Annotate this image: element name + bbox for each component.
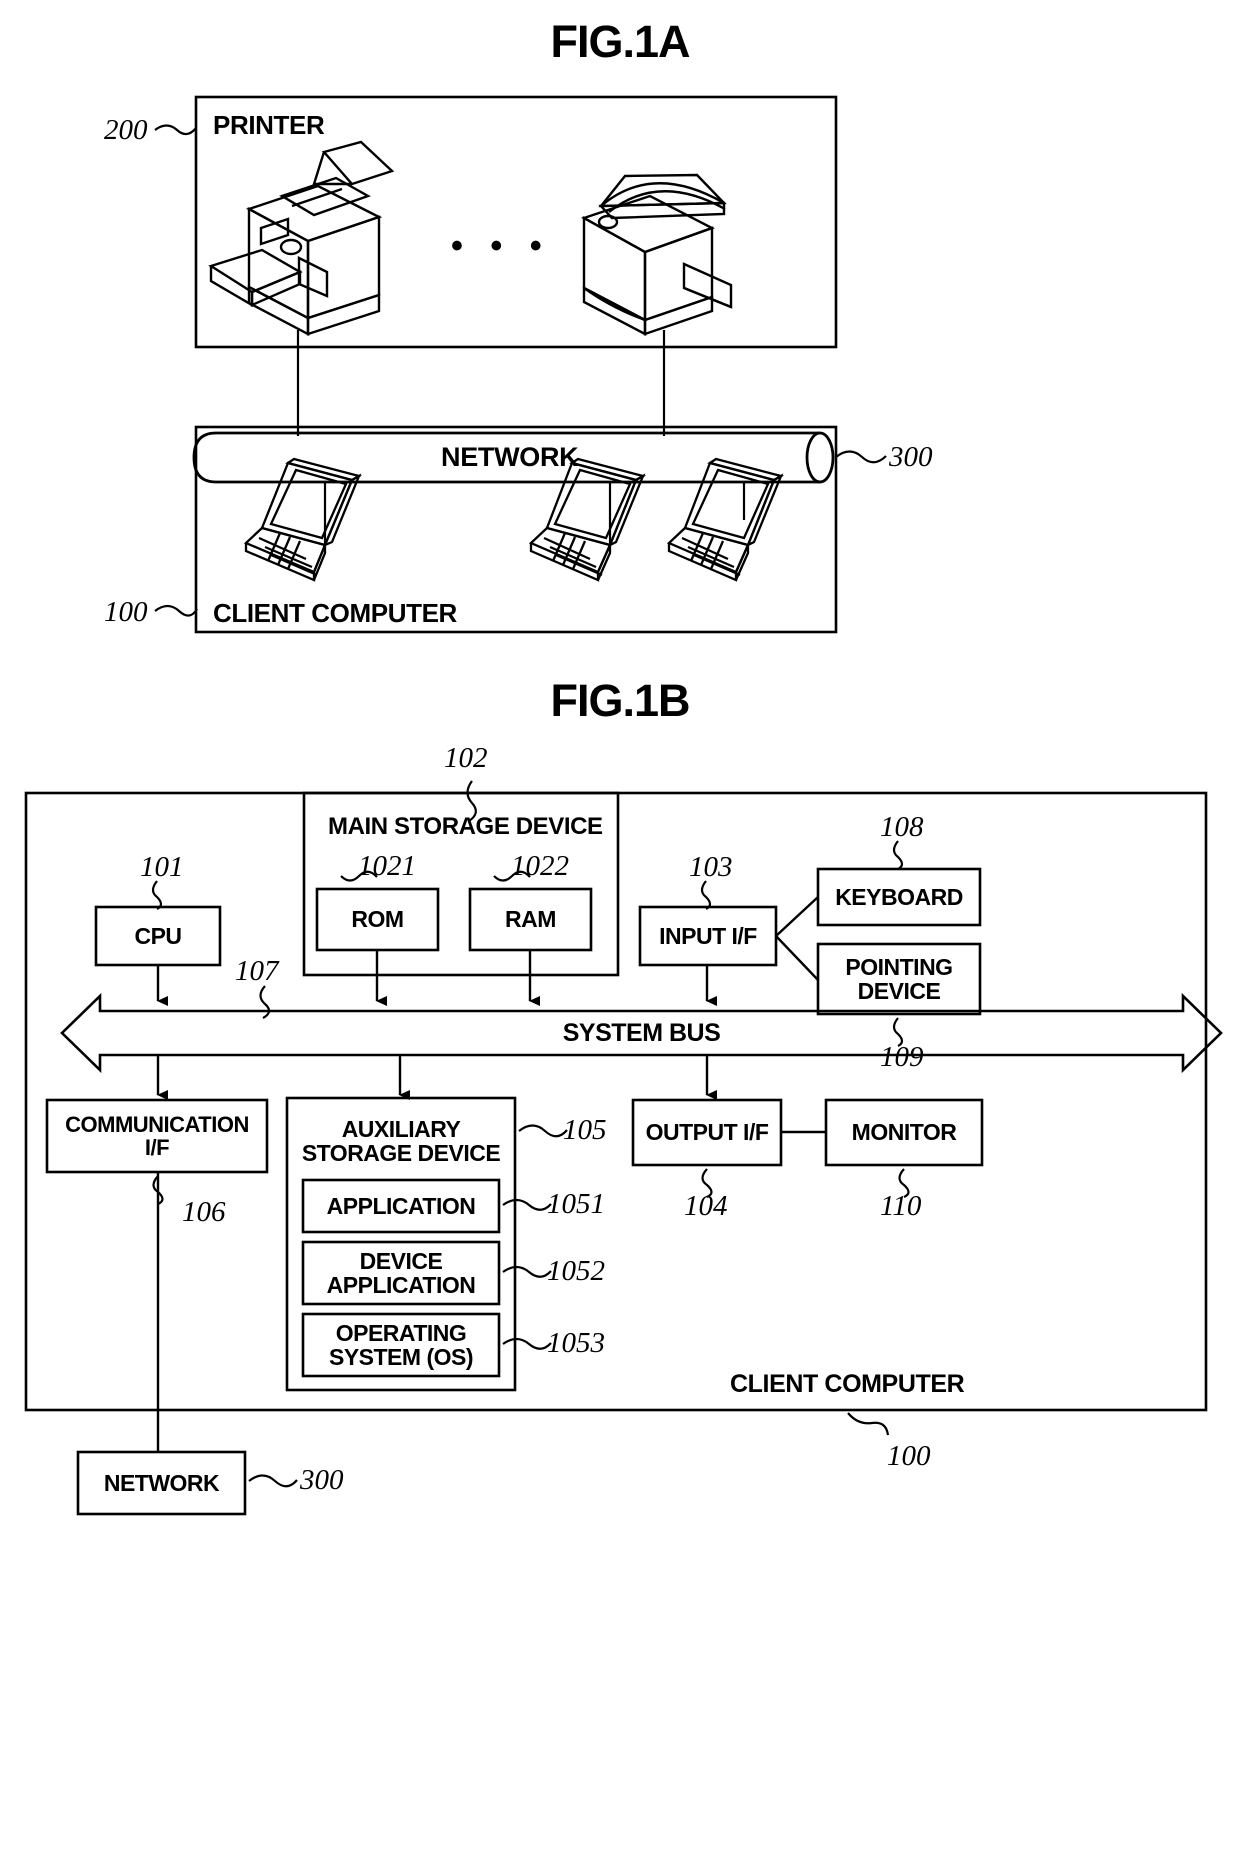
printer-ellipsis: • • • xyxy=(451,227,551,265)
system-bus-label: SYSTEM BUS xyxy=(562,1018,721,1047)
pointing-device-line2: DEVICE xyxy=(857,978,941,1004)
ref-1022: 1022 xyxy=(511,850,569,882)
communication-if-line2: I/F xyxy=(144,1135,170,1160)
ref-1051-leader xyxy=(502,1198,552,1211)
input-if-label: INPUT I/F xyxy=(659,922,757,949)
ref-200-leader xyxy=(154,124,197,136)
ref-1052-leader xyxy=(502,1265,552,1278)
ref-100a-leader xyxy=(154,604,198,617)
ref-1052: 1052 xyxy=(547,1255,605,1287)
ref-105-leader xyxy=(518,1124,568,1138)
ref-1021: 1021 xyxy=(358,850,416,882)
ref-100-a: 100 xyxy=(104,596,148,628)
operating-system-line2: SYSTEM (OS) xyxy=(328,1344,474,1370)
device-application-line2: APPLICATION xyxy=(326,1272,476,1298)
ref-107: 107 xyxy=(235,955,279,987)
monitor-label: MONITOR xyxy=(851,1119,957,1146)
ref-100-b: 100 xyxy=(887,1440,931,1472)
pointing-device-label: POINTING DEVICE xyxy=(818,944,980,1014)
ram-label: RAM xyxy=(505,906,556,933)
printer-right-icon xyxy=(581,173,733,336)
ref-108-leader xyxy=(892,840,904,870)
ref-1053-leader xyxy=(502,1337,552,1350)
operating-system-label: OPERATING SYSTEM (OS) xyxy=(303,1314,499,1376)
input-pointing-connector xyxy=(775,935,819,981)
input-keyboard-connector xyxy=(775,896,819,937)
ref-300-b: 300 xyxy=(300,1464,344,1496)
output-if-label: OUTPUT I/F xyxy=(645,1119,769,1146)
ref-100b-leader xyxy=(847,1412,890,1436)
laptop-3-icon xyxy=(666,457,785,582)
auxiliary-storage-line2: STORAGE DEVICE xyxy=(301,1140,501,1166)
fig-b-outer-label: CLIENT COMPUTER xyxy=(730,1370,965,1398)
ref-105: 105 xyxy=(563,1114,607,1146)
printer-group-label: PRINTER xyxy=(213,110,325,140)
ref-1051: 1051 xyxy=(547,1188,605,1220)
network-bar-label: NETWORK xyxy=(441,442,579,472)
auxiliary-storage-line1: AUXILIARY xyxy=(341,1115,461,1142)
ref-300-leader xyxy=(835,450,887,464)
cpu-label: CPU xyxy=(134,922,182,949)
patent-figure-page: FIG.1A PRINTER 200 • • • NETWORK 300 CLI… xyxy=(0,0,1240,1862)
ref-300b-leader xyxy=(248,1474,298,1488)
ref-200: 200 xyxy=(104,114,148,146)
ref-101-leader xyxy=(151,880,163,910)
application-label: APPLICATION xyxy=(326,1192,476,1219)
printer-left-icon xyxy=(208,140,395,336)
rom-label: ROM xyxy=(351,906,404,933)
ref-103-leader xyxy=(700,880,712,910)
ref-104: 104 xyxy=(684,1190,728,1222)
communication-if-line1: COMMUNICATION xyxy=(65,1111,249,1137)
device-application-label: DEVICE APPLICATION xyxy=(303,1242,499,1304)
ref-108: 108 xyxy=(880,811,924,843)
operating-system-line1: OPERATING xyxy=(335,1319,467,1346)
device-application-line1: DEVICE xyxy=(359,1247,443,1274)
fig-1b-title: FIG.1B xyxy=(550,675,690,726)
ref-103: 103 xyxy=(689,851,733,883)
ref-106: 106 xyxy=(182,1196,226,1228)
ref-110: 110 xyxy=(880,1190,922,1222)
ref-1053: 1053 xyxy=(547,1327,605,1359)
laptop-2-icon xyxy=(528,457,647,582)
ref-102: 102 xyxy=(444,742,488,774)
communication-if-label: COMMUNICATION I/F xyxy=(47,1100,267,1172)
network-box-label: NETWORK xyxy=(103,1469,220,1496)
fig-1a-title: FIG.1A xyxy=(550,16,690,67)
main-storage-label: MAIN STORAGE DEVICE xyxy=(328,813,603,840)
ref-300-a: 300 xyxy=(889,441,933,473)
keyboard-label: KEYBOARD xyxy=(835,883,963,910)
client-group-label: CLIENT COMPUTER xyxy=(213,598,457,628)
auxiliary-storage-label: AUXILIARY STORAGE DEVICE xyxy=(287,1106,515,1176)
pointing-device-line1: POINTING xyxy=(845,953,953,980)
ref-101: 101 xyxy=(140,851,184,883)
laptop-1-icon xyxy=(243,457,363,582)
